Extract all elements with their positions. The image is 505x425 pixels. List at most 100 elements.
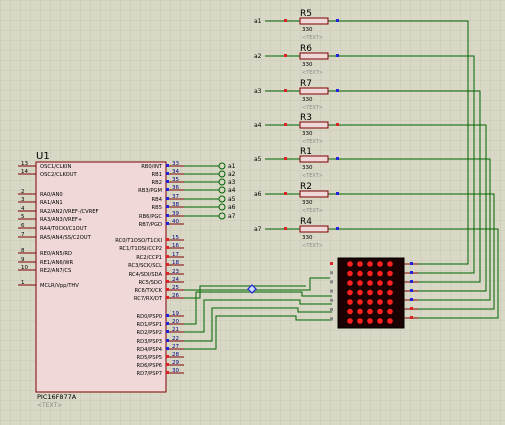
mcu-right-pin-name: RB5 bbox=[152, 205, 162, 211]
resistor-state-marker bbox=[336, 227, 339, 230]
mcu-right-pin-name: RD1/PSP1 bbox=[137, 322, 163, 328]
matrix-left-pin-marker bbox=[330, 289, 333, 293]
resistor-net-label: a3 bbox=[254, 88, 262, 95]
resistor-state-marker bbox=[284, 54, 287, 57]
resistor-net-label: a5 bbox=[254, 156, 262, 163]
mcu-pin-state-marker bbox=[166, 188, 169, 191]
matrix-led bbox=[387, 289, 393, 296]
matrix-led bbox=[347, 270, 353, 277]
matrix-right-pin-marker bbox=[410, 262, 413, 265]
mcu-right-pin-number: 27 bbox=[172, 344, 179, 350]
microcontroller-u1[interactable]: U1 13 OSC1/CLKIN14 OSC2/CLKOUT2 RA0/AN03 RA1… bbox=[18, 151, 184, 409]
resistor-state-marker bbox=[284, 157, 287, 160]
terminal-label: a6 bbox=[228, 204, 236, 211]
mcu-right-pin-name: RD4/PSP4 bbox=[137, 347, 163, 353]
mcu-right-pin-number: 15 bbox=[172, 235, 179, 241]
resistor-text-placeholder: <TEXT> bbox=[302, 139, 323, 145]
matrix-led bbox=[357, 261, 363, 267]
mcu-right-pin-number: 25 bbox=[172, 285, 179, 291]
matrix-right-pin-marker bbox=[410, 316, 413, 319]
matrix-led bbox=[367, 289, 373, 296]
mcu-pin-state-marker bbox=[166, 339, 169, 342]
matrix-led bbox=[387, 299, 393, 305]
mcu-right-pin-number: 22 bbox=[172, 336, 179, 342]
matrix-led bbox=[387, 308, 393, 315]
mcu-right-pin-number: 23 bbox=[172, 269, 179, 275]
mcu-pin-state-marker bbox=[166, 288, 169, 291]
mcu-left-pin-name: RE2/AN7/CS bbox=[40, 268, 71, 274]
mcu-pin-state-marker bbox=[166, 322, 169, 325]
mcu-pin-state-marker bbox=[166, 255, 169, 258]
mcu-pin-state-marker bbox=[166, 363, 169, 366]
resistor-text-placeholder: <TEXT> bbox=[302, 35, 323, 41]
matrix-led bbox=[357, 289, 363, 296]
mcu-right-pin-name: RB0/INT bbox=[141, 164, 163, 170]
resistor-value: 330 bbox=[302, 27, 313, 33]
mcu-right-pin-name: RB2 bbox=[152, 180, 162, 186]
resistor-text-placeholder: <TEXT> bbox=[302, 105, 323, 111]
resistor-state-marker bbox=[284, 227, 287, 230]
mcu-pin-state-marker bbox=[166, 296, 169, 299]
mcu-left-pin-name: MCLR/Vpp/THV bbox=[40, 283, 79, 289]
matrix-led bbox=[347, 299, 353, 305]
matrix-led bbox=[347, 280, 353, 286]
mcu-right-pin-number: 39 bbox=[172, 211, 179, 217]
matrix-left-pin-marker bbox=[330, 308, 333, 311]
mcu-pin-state-marker bbox=[166, 246, 169, 249]
mcu-pin-state-marker bbox=[166, 347, 169, 350]
mcu-left-pin-number: 7 bbox=[21, 232, 25, 238]
mcu-right-pin-number: 19 bbox=[172, 311, 179, 317]
mcu-ref-label: U1 bbox=[36, 151, 50, 162]
resistor-net-label: a6 bbox=[254, 191, 262, 198]
mcu-left-pin-name: RA3/AN3/VREF+ bbox=[40, 217, 82, 223]
matrix-led bbox=[367, 270, 373, 277]
mcu-right-pin-name: RC1/T1OSI/CCP2 bbox=[119, 246, 162, 252]
terminal-label: a3 bbox=[228, 179, 236, 186]
mcu-pin-state-marker bbox=[166, 272, 169, 275]
matrix-led bbox=[367, 318, 373, 324]
resistor-value: 330 bbox=[302, 97, 313, 103]
resistor-text-placeholder: <TEXT> bbox=[302, 70, 323, 76]
mcu-right-pin-name: RD2/PSP2 bbox=[137, 330, 163, 336]
mcu-right-pin-name: RB3/PGM bbox=[138, 188, 162, 194]
resistor-text-placeholder: <TEXT> bbox=[302, 173, 323, 179]
mcu-left-pin-name: OSC1/CLKIN bbox=[40, 164, 71, 170]
mcu-left-pin-number: 14 bbox=[21, 169, 28, 175]
matrix-led bbox=[367, 261, 373, 267]
resistor-state-marker bbox=[336, 123, 339, 126]
resistor-state-marker bbox=[336, 157, 339, 160]
mcu-right-pin-name: RC7/RX/DT bbox=[134, 296, 163, 302]
resistor-state-marker bbox=[336, 54, 339, 57]
mcu-right-pin-number: 17 bbox=[172, 252, 179, 258]
mcu-right-pin-number: 21 bbox=[172, 327, 179, 333]
mcu-left-pin-number: 6 bbox=[21, 223, 25, 229]
mcu-right-pin-name: RB1 bbox=[152, 172, 162, 178]
mcu-right-pin-name: RC0/T1OSO/T1CKI bbox=[115, 238, 162, 244]
mcu-pin-state-marker bbox=[166, 238, 169, 241]
matrix-led bbox=[377, 270, 383, 277]
resistor-ref: R3 bbox=[300, 113, 312, 123]
matrix-led bbox=[357, 280, 363, 286]
mcu-right-pin-number: 40 bbox=[172, 219, 179, 225]
mcu-left-pin-name: OSC2/CLKOUT bbox=[40, 172, 78, 178]
mcu-right-pin-name: RD5/PSP5 bbox=[137, 355, 163, 361]
matrix-led bbox=[387, 280, 393, 286]
matrix-led bbox=[377, 318, 383, 324]
resistor-state-marker bbox=[336, 192, 339, 195]
terminal-label: a2 bbox=[228, 171, 236, 178]
mcu-left-pin-number: 4 bbox=[21, 206, 25, 212]
matrix-led bbox=[387, 261, 393, 267]
matrix-led bbox=[377, 280, 383, 286]
mcu-right-pin-name: RC4/SDI/SDA bbox=[129, 272, 163, 278]
resistor-text-placeholder: <TEXT> bbox=[302, 243, 323, 249]
terminal-label: a4 bbox=[228, 187, 236, 194]
mcu-right-pin-number: 30 bbox=[172, 368, 179, 374]
matrix-led bbox=[387, 318, 393, 324]
matrix-led bbox=[377, 308, 383, 315]
resistor-net-label: a2 bbox=[254, 53, 262, 60]
matrix-left-pin-marker bbox=[330, 317, 333, 321]
matrix-led bbox=[367, 308, 373, 315]
matrix-led bbox=[377, 289, 383, 296]
mcu-right-pin-number: 16 bbox=[172, 243, 179, 249]
terminal-label: a7 bbox=[228, 213, 236, 220]
